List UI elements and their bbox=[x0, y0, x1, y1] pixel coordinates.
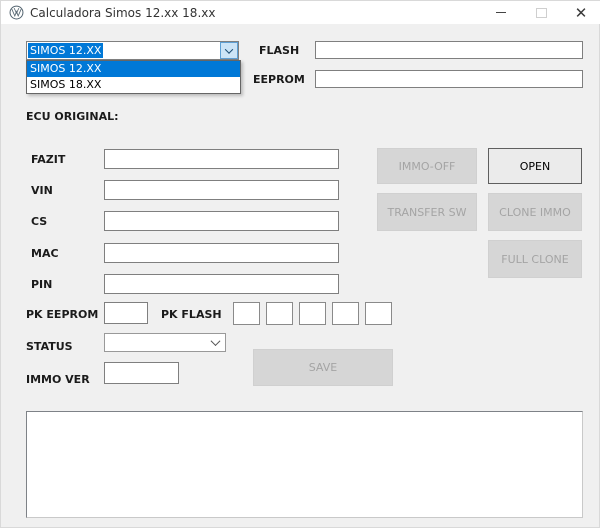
flash-input[interactable] bbox=[315, 41, 583, 59]
model-option-simos-12[interactable]: SIMOS 12.XX bbox=[27, 61, 240, 77]
pk-eeprom-label: PK EEPROM bbox=[26, 308, 99, 321]
cs-label: CS bbox=[31, 215, 48, 228]
titlebar: Calculadora Simos 12.xx 18.xx ✕ bbox=[1, 1, 600, 24]
maximize-button[interactable] bbox=[521, 1, 561, 24]
model-combobox-dropdown-button[interactable] bbox=[220, 42, 238, 59]
pk-flash-box-2[interactable] bbox=[266, 302, 293, 325]
clone-immo-button[interactable]: CLONE IMMO bbox=[488, 193, 582, 231]
vin-input[interactable] bbox=[104, 180, 339, 200]
chevron-down-icon bbox=[224, 44, 234, 54]
window-controls: ✕ bbox=[481, 1, 600, 24]
flash-label: FLASH bbox=[259, 44, 300, 57]
eeprom-label: EEPROM bbox=[253, 73, 305, 86]
app-window: Calculadora Simos 12.xx 18.xx ✕ SIMOS 12… bbox=[0, 0, 600, 528]
fazit-input[interactable] bbox=[104, 149, 339, 169]
immo-ver-input[interactable] bbox=[104, 362, 179, 384]
fazit-label: FAZIT bbox=[31, 153, 66, 166]
pk-eeprom-input[interactable] bbox=[104, 302, 148, 324]
status-select[interactable] bbox=[104, 333, 226, 352]
pin-label: PIN bbox=[31, 278, 53, 291]
pin-input[interactable] bbox=[104, 274, 339, 294]
immo-ver-label: IMMO VER bbox=[26, 373, 90, 386]
model-combobox-list: SIMOS 12.XX SIMOS 18.XX bbox=[26, 60, 241, 94]
full-clone-button[interactable]: FULL CLONE bbox=[488, 240, 582, 278]
open-button[interactable]: OPEN bbox=[488, 148, 582, 184]
vw-logo-icon bbox=[9, 5, 24, 20]
vin-label: VIN bbox=[31, 184, 53, 197]
cs-input[interactable] bbox=[104, 211, 339, 231]
status-label: STATUS bbox=[26, 340, 73, 353]
mac-label: MAC bbox=[31, 247, 59, 260]
ecu-original-heading: ECU ORIGINAL: bbox=[26, 110, 119, 123]
window-title: Calculadora Simos 12.xx 18.xx bbox=[30, 5, 216, 20]
model-option-simos-18[interactable]: SIMOS 18.XX bbox=[27, 77, 240, 93]
close-button[interactable]: ✕ bbox=[561, 1, 600, 24]
pk-flash-box-4[interactable] bbox=[332, 302, 359, 325]
mac-input[interactable] bbox=[104, 243, 339, 263]
immo-off-button[interactable]: IMMO-OFF bbox=[377, 148, 477, 184]
log-output-area[interactable] bbox=[26, 411, 583, 518]
minimize-button[interactable] bbox=[481, 1, 521, 24]
pk-flash-box-3[interactable] bbox=[299, 302, 326, 325]
model-combobox-value: SIMOS 12.XX bbox=[28, 43, 104, 58]
pk-flash-label: PK FLASH bbox=[161, 308, 222, 321]
eeprom-input[interactable] bbox=[315, 70, 583, 88]
transfer-sw-button[interactable]: TRANSFER SW bbox=[377, 193, 477, 231]
pk-flash-box-1[interactable] bbox=[233, 302, 260, 325]
pk-flash-box-5[interactable] bbox=[365, 302, 392, 325]
model-combobox[interactable]: SIMOS 12.XX bbox=[26, 41, 239, 60]
chevron-down-icon bbox=[210, 336, 221, 347]
save-button[interactable]: SAVE bbox=[253, 349, 393, 386]
